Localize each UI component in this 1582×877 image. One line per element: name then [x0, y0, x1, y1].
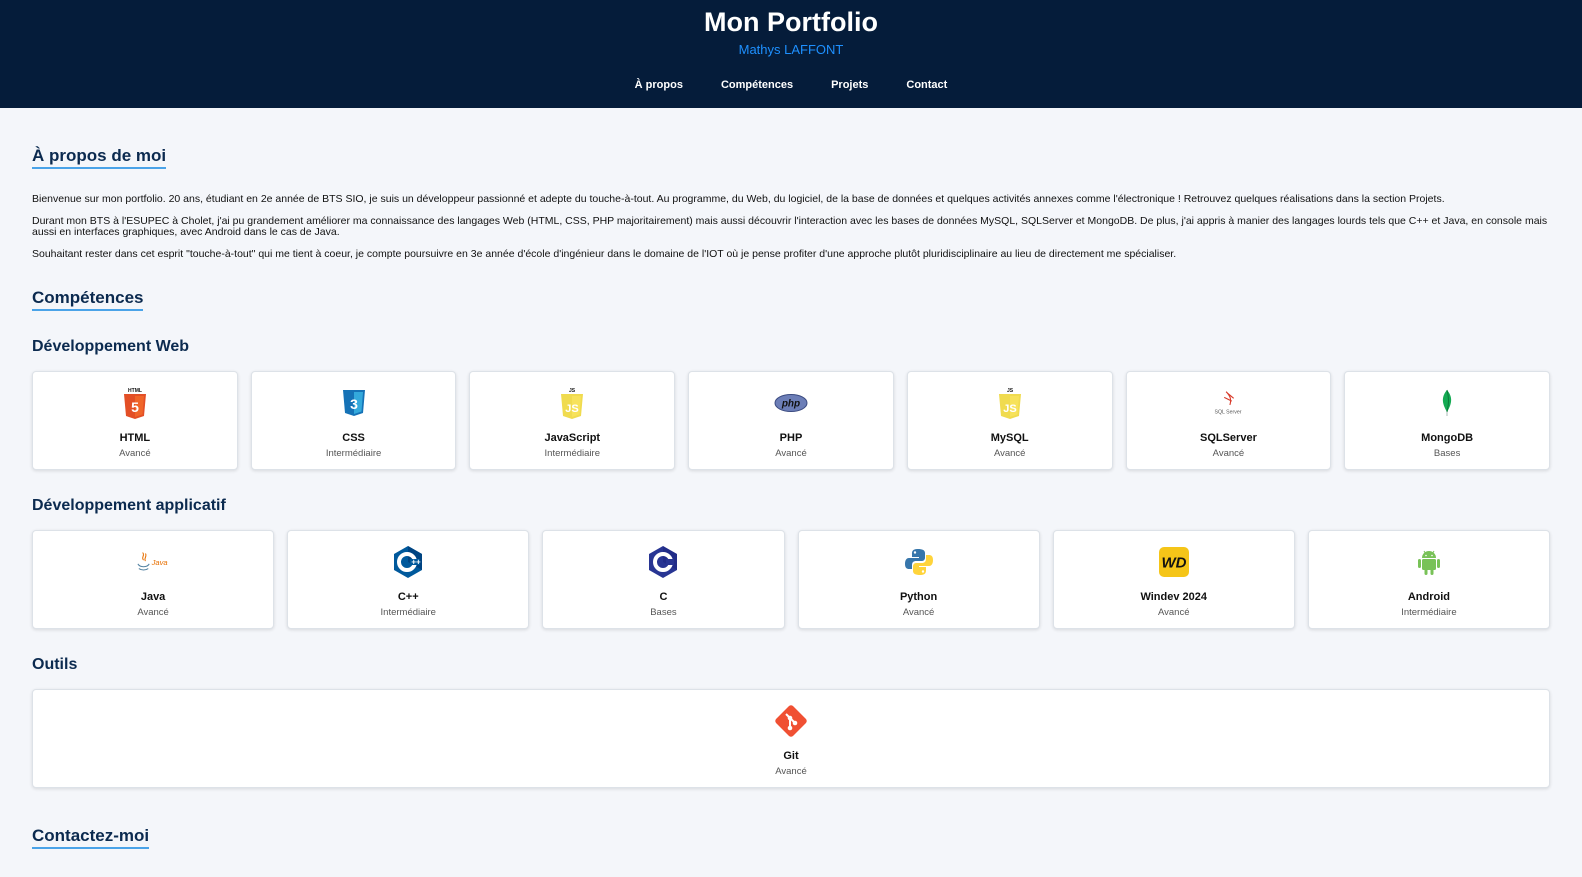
skill-level: Intermédiaire [380, 607, 436, 618]
html5-icon-label: HTML [128, 388, 142, 394]
app-skills-grid: Java Java Avancé ++ C++ Intermédiaire C … [32, 530, 1550, 629]
skill-card-cpp: ++ C++ Intermédiaire [287, 530, 530, 629]
skill-level: Avancé [137, 607, 169, 618]
skill-card-python: Python Avancé [797, 530, 1040, 629]
main-nav: À propos Compétences Projets Contact [0, 79, 1582, 91]
skill-level: Bases [1433, 448, 1461, 459]
nav-link-projects[interactable]: Projets [831, 79, 868, 91]
skill-level: Bases [650, 607, 677, 618]
web-skills-grid: HTML 5 HTML Avancé 3 CSS Intermédiaire JS… [32, 371, 1550, 470]
skill-card-windev: WD Windev 2024 Avancé [1052, 530, 1295, 629]
skill-card-php: php PHP Avancé [688, 371, 894, 470]
about-paragraph: Souhaitant rester dans cet esprit "touch… [32, 247, 1177, 260]
javascript-icon: JS JS [555, 386, 589, 420]
sqlserver-icon-label: SQL Server [1215, 409, 1242, 415]
contact-section: Contactez-moi [32, 788, 1550, 849]
skill-level: Avancé [119, 448, 151, 459]
nav-link-skills[interactable]: Compétences [721, 79, 793, 91]
web-dev-heading: Développement Web [32, 338, 190, 355]
cpp-icon: ++ [391, 545, 425, 579]
skill-level: Avancé [1157, 607, 1190, 618]
skill-name: Python [899, 591, 938, 603]
skill-level: Intermédiaire [544, 448, 600, 459]
php-icon-label: php [781, 399, 800, 410]
skill-card-javascript: JS JS JavaScript Intermédiaire [469, 371, 676, 470]
skill-card-git: Git Avancé [32, 689, 1550, 788]
svg-text:3: 3 [350, 396, 358, 412]
svg-text:JS: JS [1003, 403, 1016, 415]
site-header: Mon Portfolio Mathys LAFFONT À propos Co… [0, 0, 1582, 108]
skill-card-mongodb: MongoDB Bases [1344, 371, 1550, 470]
about-paragraph: Durant mon BTS à l'ESUPEC à Cholet, j'ai… [32, 214, 1548, 238]
app-dev-heading: Développement applicatif [32, 497, 226, 514]
skill-level: Avancé [902, 607, 935, 618]
skill-card-html: HTML 5 HTML Avancé [32, 371, 238, 470]
about-paragraph: Bienvenue sur mon portfolio. 20 ans, étu… [32, 193, 1445, 205]
java-icon-label: Java [151, 558, 168, 567]
skill-name: Android [1407, 591, 1450, 603]
skills-section: Compétences Développement Web HTML 5 HTML… [32, 288, 1550, 788]
skill-name: Windev 2024 [1140, 591, 1208, 603]
skill-level: Avancé [993, 448, 1026, 459]
tools-heading: Outils [32, 656, 78, 673]
git-icon [774, 704, 808, 738]
skill-name: CSS [342, 432, 365, 444]
skill-name: HTML [119, 432, 151, 444]
skill-card-java: Java Java Avancé [32, 530, 275, 629]
javascript-icon-label: JS [569, 388, 576, 394]
skill-card-sqlserver: SQL Server SQLServer Avancé [1125, 371, 1332, 470]
skill-name: MongoDB [1421, 432, 1474, 444]
sqlserver-icon: SQL Server [1211, 386, 1245, 420]
skill-card-c: C Bases [542, 530, 785, 629]
android-icon [1412, 545, 1446, 579]
skill-card-mysql: JS JS MySQL Avancé [906, 371, 1113, 470]
about-heading: À propos de moi [32, 146, 167, 169]
main-content: À propos de moi Bienvenue sur mon portfo… [0, 108, 1582, 849]
svg-text:5: 5 [131, 399, 139, 415]
nav-link-about[interactable]: À propos [635, 79, 683, 91]
skill-name: MySQL [990, 432, 1029, 444]
java-icon: Java [136, 545, 170, 579]
skill-level: Intermédiaire [1401, 607, 1457, 618]
skill-level: Avancé [775, 766, 807, 777]
skill-card-css: 3 CSS Intermédiaire [250, 371, 457, 470]
svg-text:++: ++ [412, 558, 422, 567]
php-icon: php [774, 386, 808, 420]
about-text: Bienvenue sur mon portfolio. 20 ans, étu… [32, 193, 1550, 260]
skill-level: Avancé [775, 448, 807, 459]
python-icon [902, 545, 936, 579]
css3-icon: 3 [337, 386, 371, 420]
windev-icon: WD [1157, 545, 1191, 579]
c-icon [646, 545, 680, 579]
skill-name: Git [783, 750, 799, 762]
skill-name: SQLServer [1199, 432, 1257, 444]
skills-heading: Compétences [32, 288, 144, 311]
tools-skills-grid: Git Avancé [32, 689, 1550, 788]
skill-name: C [659, 591, 668, 603]
skill-name: JavaScript [544, 432, 601, 444]
html5-icon: HTML 5 [118, 386, 152, 420]
svg-text:JS: JS [566, 403, 579, 415]
site-subtitle: Mathys LAFFONT [738, 42, 844, 57]
skill-name: C++ [397, 591, 419, 603]
nav-link-contact[interactable]: Contact [906, 79, 947, 91]
skill-level: Intermédiaire [325, 448, 382, 459]
mongodb-leaf-icon [1430, 386, 1464, 420]
skill-name: Java [140, 591, 166, 603]
skill-name: PHP [779, 432, 803, 444]
windev-icon-label: WD [1161, 555, 1186, 572]
contact-heading: Contactez-moi [32, 826, 150, 849]
about-section: À propos de moi Bienvenue sur mon portfo… [32, 108, 1550, 260]
skill-card-android: Android Intermédiaire [1307, 530, 1550, 629]
skill-level: Avancé [1212, 448, 1245, 459]
site-title: Mon Portfolio [704, 7, 878, 37]
mysql-icon-label: JS [1007, 388, 1014, 394]
javascript-icon: JS JS [993, 386, 1027, 420]
